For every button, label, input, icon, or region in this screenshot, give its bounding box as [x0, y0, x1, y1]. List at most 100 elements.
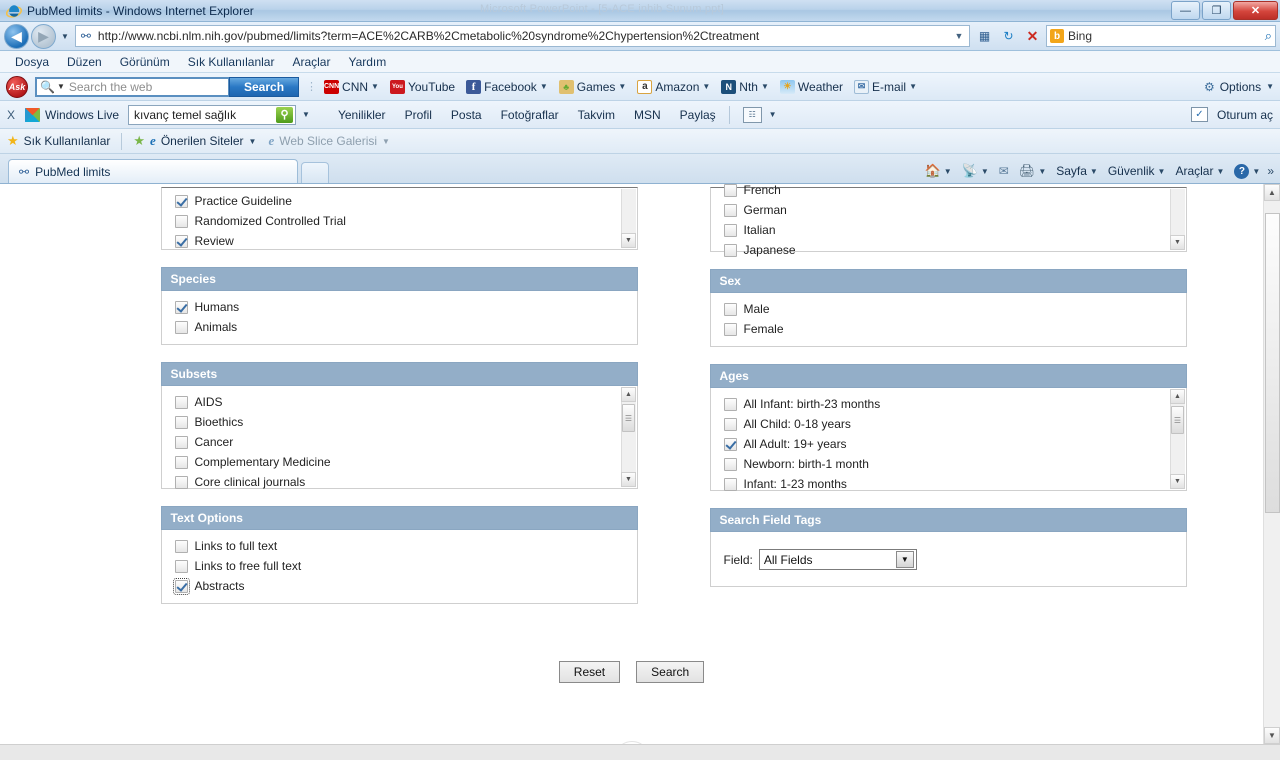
checkbox-row[interactable]: Infant: 1-23 months	[711, 474, 1186, 494]
menu-item-sik-kullanilanlar[interactable]: Sık Kullanılanlar	[179, 53, 284, 71]
ask-link-nth[interactable]: N Nth ▼	[721, 79, 769, 94]
chevron-down-icon[interactable]: ▼	[382, 137, 390, 146]
checkbox-row[interactable]: French	[711, 184, 1186, 200]
checkbox-links-to-full-text[interactable]	[174, 539, 188, 553]
checkbox-row[interactable]: Cancer	[162, 432, 637, 452]
command-bar-overflow-icon[interactable]: »	[1267, 164, 1274, 178]
chevron-down-icon[interactable]: ▼	[909, 82, 917, 91]
ask-search-input[interactable]: 🔍 ▼ Search the web	[35, 76, 230, 97]
address-dropdown-icon[interactable]: ▼	[951, 31, 967, 41]
checkbox-male[interactable]	[723, 302, 737, 316]
chevron-down-icon[interactable]: ▼	[702, 82, 710, 91]
chevron-down-icon[interactable]: ▼	[1266, 82, 1274, 91]
checkbox-row[interactable]: All Adult: 19+ years	[711, 434, 1186, 454]
chevron-down-icon[interactable]: ▼	[1158, 167, 1166, 176]
live-link-takvim[interactable]: Takvim	[578, 108, 615, 122]
scroll-down-arrow-icon[interactable]: ▼	[1264, 727, 1280, 744]
close-toolbar-icon[interactable]: X	[7, 108, 15, 122]
ask-link-cnn[interactable]: CNN CNN ▼	[324, 79, 379, 94]
checkbox-row[interactable]: Italian	[711, 220, 1186, 240]
chevron-down-icon[interactable]: ▼	[944, 167, 952, 176]
checkbox-row[interactable]: All Child: 0-18 years	[711, 414, 1186, 434]
scroll-down-arrow-icon[interactable]: ▼	[621, 472, 636, 487]
chevron-down-icon[interactable]: ▼	[1038, 167, 1046, 176]
scrollbar-thumb[interactable]	[1264, 213, 1280, 513]
checkbox-french[interactable]	[723, 184, 737, 197]
page-scrollbar[interactable]: ▲ ▼	[1263, 184, 1280, 744]
favorites-button-label[interactable]: Sık Kullanılanlar	[24, 134, 111, 148]
web-slice-gallery-link[interactable]: Web Slice Galerisi	[279, 134, 377, 148]
tab-pubmed-limits[interactable]: ⚯ PubMed limits	[8, 159, 298, 183]
checkbox-randomized-controlled-trial[interactable]	[174, 214, 188, 228]
checkbox-row[interactable]: Review	[162, 231, 637, 251]
scroll-up-arrow-icon[interactable]: ▲	[621, 387, 636, 402]
recent-pages-chevron-icon[interactable]: ▼	[61, 32, 69, 41]
compatibility-view-icon[interactable]: ▦	[974, 26, 995, 47]
feeds-button[interactable]: 📡 ▼	[959, 162, 992, 180]
live-link-yenilikler[interactable]: Yenilikler	[338, 108, 386, 122]
checkbox-italian[interactable]	[723, 223, 737, 237]
ask-options-group[interactable]: ⚙ Options ▼	[1204, 80, 1274, 94]
menu-item-gorunum[interactable]: Görünüm	[111, 53, 179, 71]
scrollbar-thumb[interactable]: ☰	[622, 404, 635, 432]
scroll-down-arrow-icon[interactable]: ▼	[621, 233, 636, 248]
menu-item-dosya[interactable]: Dosya	[6, 53, 58, 71]
browser-search-box[interactable]: b Bing ⌕	[1046, 25, 1276, 47]
suggested-sites-link[interactable]: Önerilen Siteler	[161, 134, 244, 148]
scroll-down-arrow-icon[interactable]: ▼	[1170, 474, 1185, 489]
list-scrollbar[interactable]: ▲ ☰ ▼	[1169, 389, 1185, 489]
search-icon[interactable]: ⚲	[276, 106, 294, 123]
read-mail-button[interactable]: ✉	[996, 163, 1012, 179]
address-bar-input[interactable]: ⚯ http://www.ncbi.nlm.nih.gov/pubmed/lim…	[74, 25, 970, 47]
checkbox-row[interactable]: Links to free full text	[162, 556, 637, 576]
chevron-down-icon[interactable]: ▼	[1090, 167, 1098, 176]
live-link-posta[interactable]: Posta	[451, 108, 482, 122]
checkbox-complementary-medicine[interactable]	[174, 455, 188, 469]
print-button[interactable]: 🖨 ▼	[1016, 162, 1049, 180]
checkbox-row[interactable]: Animals	[162, 317, 637, 337]
chevron-down-icon[interactable]: ▼	[540, 82, 548, 91]
ask-link-facebook[interactable]: f Facebook ▼	[466, 79, 548, 94]
minimize-button[interactable]: —	[1171, 1, 1200, 20]
checkbox-abstracts[interactable]	[172, 577, 190, 595]
checkbox-row[interactable]: Newborn: birth-1 month	[711, 454, 1186, 474]
scroll-down-arrow-icon[interactable]: ▼	[1170, 235, 1185, 250]
ask-link-email[interactable]: ✉ E-mail ▼	[854, 79, 917, 94]
refresh-icon[interactable]: ↻	[998, 26, 1019, 47]
checkbox-bioethics[interactable]	[174, 415, 188, 429]
checkbox-humans[interactable]	[174, 300, 188, 314]
checkbox-review[interactable]	[174, 234, 188, 248]
live-search-input[interactable]: kıvanç temel sağlık ⚲	[128, 104, 297, 125]
stop-icon[interactable]: ✕	[1022, 26, 1043, 47]
search-button[interactable]: Search	[636, 661, 705, 683]
restore-button[interactable]: ❐	[1202, 1, 1231, 20]
checkbox-german[interactable]	[723, 203, 737, 217]
ask-search-button[interactable]: Search	[229, 76, 300, 97]
checkbox-row[interactable]: Male	[711, 299, 1186, 319]
forward-button[interactable]: ▶	[31, 23, 56, 49]
checkbox-row[interactable]: Japanese	[711, 240, 1186, 260]
scroll-up-arrow-icon[interactable]: ▲	[1170, 389, 1185, 404]
checkbox-row[interactable]: Humans	[162, 297, 637, 317]
chevron-down-icon[interactable]: ▼	[1252, 167, 1260, 176]
live-signin-group[interactable]: ✓ Oturum aç	[1190, 107, 1273, 122]
checkbox-row[interactable]: All Infant: birth-23 months	[711, 394, 1186, 414]
ask-link-weather[interactable]: ☀ Weather	[779, 79, 843, 94]
page-menu[interactable]: Sayfa ▼	[1053, 163, 1101, 179]
help-menu[interactable]: ? ▼	[1231, 163, 1263, 180]
checkbox-row[interactable]: Female	[711, 319, 1186, 339]
back-button[interactable]: ◀	[4, 23, 29, 49]
checkbox-row[interactable]: Links to full text	[162, 536, 637, 556]
chevron-down-icon[interactable]: ▼	[371, 82, 379, 91]
live-link-paylas[interactable]: Paylaş	[680, 108, 716, 122]
checkbox-practice-guideline[interactable]	[174, 194, 188, 208]
add-to-favorites-icon[interactable]: ★	[133, 133, 145, 149]
checkbox-aids[interactable]	[174, 395, 188, 409]
chevron-down-icon[interactable]: ▼	[761, 82, 769, 91]
new-tab-button[interactable]	[301, 162, 329, 183]
scrollbar-thumb[interactable]: ☰	[1171, 406, 1184, 434]
checkbox-all-adult[interactable]	[723, 437, 737, 451]
home-button[interactable]: 🏠 ▼	[922, 162, 955, 180]
reset-button[interactable]: Reset	[558, 661, 621, 683]
chevron-down-icon[interactable]: ▼	[302, 110, 310, 119]
